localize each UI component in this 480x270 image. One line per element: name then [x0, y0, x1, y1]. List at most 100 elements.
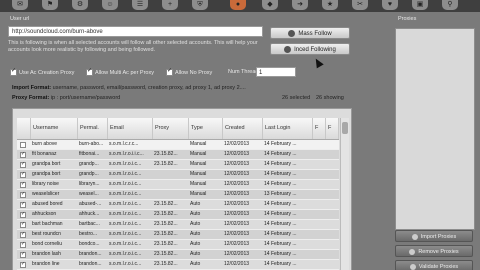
cell-proxy	[153, 170, 189, 179]
tag-icon[interactable]: ◆	[262, 0, 278, 10]
import-proxies-button[interactable]: Import Proxies	[395, 230, 473, 242]
cell-type: Auto	[190, 261, 201, 267]
num-threads-input[interactable]: 1	[256, 67, 296, 77]
row-checkbox[interactable]	[20, 210, 26, 219]
column-created[interactable]: Created	[223, 118, 263, 139]
tools-icon[interactable]: ✂	[352, 0, 368, 10]
plus-icon[interactable]: +	[162, 0, 178, 10]
user-url-label: User url	[10, 16, 30, 22]
table-scrollbar[interactable]	[340, 118, 349, 270]
globe-icon[interactable]: ●	[230, 0, 246, 10]
cell-email: s.o.m.l.r.o.i.c...	[109, 161, 142, 167]
row-checkbox[interactable]	[20, 260, 26, 269]
flag-icon[interactable]: ⚑	[42, 0, 58, 10]
row-checkbox[interactable]	[20, 142, 26, 148]
cell-type: Auto	[190, 231, 201, 237]
select-column[interactable]	[17, 118, 31, 139]
allow-no-proxy-checkbox[interactable]	[166, 67, 173, 76]
column-f1[interactable]: F	[313, 118, 326, 139]
cell-type: Auto	[190, 221, 201, 227]
disk-icon[interactable]: ▣	[412, 0, 428, 10]
cell-created: 12/02/2013	[224, 221, 250, 227]
row-checkbox[interactable]	[20, 250, 26, 259]
cell-last-login: 14 February ...	[264, 221, 297, 227]
cell-username: bart bachman	[32, 221, 63, 227]
cell-last-login: 14 February ...	[264, 181, 297, 187]
cell-proxy: 23.15.82...	[154, 151, 178, 157]
scrollbar-thumb[interactable]	[342, 122, 348, 134]
row-checkbox[interactable]	[20, 160, 26, 169]
cell-email: s.o.m.l.r.o.i.c...	[109, 221, 142, 227]
row-checkbox[interactable]	[20, 240, 26, 249]
allow-multi-ac-checkbox[interactable]	[86, 67, 93, 76]
heart-icon[interactable]: ♥	[382, 0, 398, 10]
cell-username: ahhuckson	[32, 211, 57, 217]
table-row[interactable]: best roundcn bestro... s.o.m.l.r.o.i.c... 2…	[17, 230, 339, 239]
table-row[interactable]: grandpa bort grandp... s.o.m.l.r.o.i.c... M…	[17, 170, 339, 179]
follow-icon	[288, 29, 296, 37]
cell-type: Auto	[190, 201, 201, 207]
star-icon[interactable]: ★	[322, 0, 338, 10]
cell-proxy: 23.15.82...	[154, 241, 178, 247]
gear-icon[interactable]: ⚙	[72, 0, 88, 10]
import-format: Import Format: username, password, email…	[12, 85, 246, 91]
cart-icon[interactable]: ⚲	[442, 0, 458, 10]
column-permalink[interactable]: Permal.	[78, 118, 108, 139]
table-row[interactable]: abused bored abused-... s.o.m.l.r.o.i.c...…	[17, 200, 339, 209]
chat-icon[interactable]: ☰	[132, 0, 148, 10]
user-icon[interactable]: ☺	[102, 0, 118, 10]
mail-icon[interactable]: ✉	[12, 0, 28, 10]
column-f2[interactable]: F	[326, 118, 339, 139]
column-email[interactable]: Email	[108, 118, 153, 139]
cell-email: s.o.m.l.r.o.i.c...	[109, 251, 142, 257]
row-checkbox[interactable]	[20, 180, 26, 189]
row-checkbox[interactable]	[20, 220, 26, 229]
cell-last-login: 14 February ...	[264, 141, 297, 147]
validate-proxies-button[interactable]: Validate Proxies	[395, 260, 473, 270]
table-row[interactable]: ahhuckson ahhuck... s.o.m.l.r.o.i.c... 23.1…	[17, 210, 339, 219]
allow-no-proxy-option[interactable]: Allow No Proxy	[166, 67, 212, 76]
column-username[interactable]: Username	[31, 118, 78, 139]
allow-multi-ac-label: Allow Multi Ac per Proxy	[95, 69, 154, 76]
column-proxy[interactable]: Proxy	[153, 118, 189, 139]
row-checkbox[interactable]	[20, 200, 26, 209]
table-row[interactable]: bart bachman bartbac... s.o.m.l.r.o.i.c...…	[17, 220, 339, 229]
table-row[interactable]: burn above burn-abo... s.o.m.l.c.r.c... Man…	[17, 140, 339, 149]
row-checkbox[interactable]	[20, 150, 26, 159]
table-row[interactable]: weaselslicer weasel... s.o.m.l.r.o.i.c... M…	[17, 190, 339, 199]
row-checkbox[interactable]	[20, 170, 26, 179]
row-checkbox[interactable]	[20, 230, 26, 239]
use-creation-proxy-checkbox[interactable]	[10, 67, 17, 76]
user-url-input[interactable]: http://soundcloud.com/burn-above	[8, 26, 263, 37]
cell-created: 12/02/2013	[224, 261, 250, 267]
proxy-format-value: ip : port/username/password	[50, 95, 121, 101]
table-row[interactable]: bond corneliu bondco... s.o.m.l.r.o.i.c...…	[17, 240, 339, 249]
arrow-icon[interactable]: ➜	[292, 0, 308, 10]
proxies-list[interactable]	[395, 28, 475, 230]
table-row[interactable]: brandon line brandon... s.o.m.l.r.o.i.c...…	[17, 260, 339, 269]
cell-type: Manual	[190, 151, 207, 157]
allow-multi-ac-option[interactable]: Allow Multi Ac per Proxy	[86, 67, 154, 76]
cell-permalink: bondco...	[79, 241, 100, 247]
table-row[interactable]: fit bonanaz fitbonai... s.o.m.l.r.o.i.i.c.…	[17, 150, 339, 159]
cell-created: 12/02/2013	[224, 171, 250, 177]
import-format-label: Import Format:	[12, 85, 52, 91]
row-checkbox[interactable]	[20, 190, 26, 199]
remove-proxies-button[interactable]: Remove Proxies	[395, 245, 473, 257]
column-type[interactable]: Type	[189, 118, 223, 139]
table-row[interactable]: grandpa bort grandp... s.o.m.l.r.o.i.c... 2…	[17, 160, 339, 169]
cell-proxy: 23.15.82...	[154, 211, 178, 217]
cell-email: s.o.m.l.r.o.i.c...	[109, 181, 142, 187]
shield-icon[interactable]: ⛨	[192, 0, 208, 10]
cell-last-login: 14 February ...	[264, 161, 297, 167]
validate-proxies-label: Validate Proxies	[418, 264, 459, 270]
table-row[interactable]: library noise libraryn... s.o.m.l.r.o.i.c.…	[17, 180, 339, 189]
cell-created: 12/02/2013	[224, 211, 250, 217]
cell-permalink: grandp...	[79, 161, 99, 167]
use-creation-proxy-option[interactable]: Use Ac Creation Proxy	[10, 67, 74, 76]
proxies-label: Proxies	[398, 16, 417, 22]
table-row[interactable]: brandon lash brandon... s.o.m.l.r.o.i.c...…	[17, 250, 339, 259]
interlaced-following-button[interactable]: Inced Following	[270, 43, 350, 55]
column-last-login[interactable]: Last Login	[263, 118, 313, 139]
mass-follow-button[interactable]: Mass Follow	[270, 27, 350, 39]
